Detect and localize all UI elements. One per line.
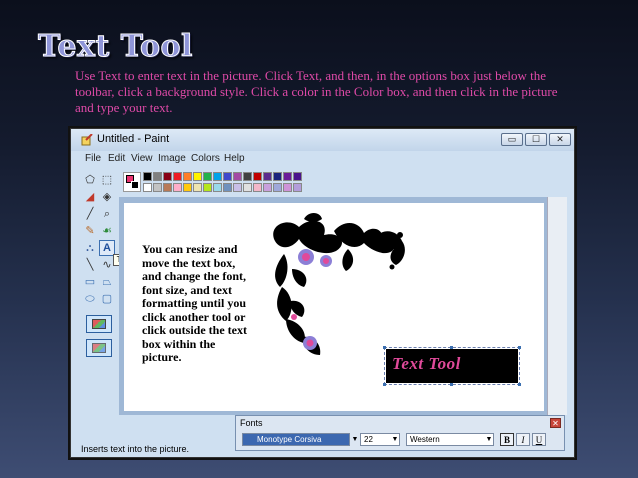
menu-file[interactable]: File (85, 153, 101, 164)
color-swatch[interactable] (203, 172, 212, 181)
minimize-button[interactable]: ▭ (501, 133, 523, 146)
transparent-background-option[interactable] (86, 339, 112, 357)
color-swatch[interactable] (183, 183, 192, 192)
rect-select-icon[interactable]: ⬚ (100, 173, 114, 187)
background-color-swatch (131, 181, 139, 189)
color-swatch[interactable] (163, 183, 172, 192)
text-icon[interactable]: A (99, 240, 115, 256)
curve-icon[interactable]: ∿ (100, 258, 114, 272)
fonts-close-icon[interactable]: ✕ (550, 418, 561, 428)
close-button[interactable]: ✕ (549, 133, 571, 146)
resize-handle[interactable] (383, 383, 386, 386)
color-swatch[interactable] (203, 183, 212, 192)
color-swatch[interactable] (193, 172, 202, 181)
resize-handle[interactable] (450, 383, 453, 386)
free-select-icon[interactable]: ⬠ (83, 173, 97, 187)
color-swatch[interactable] (183, 172, 192, 181)
slide-title: Text Tool (38, 29, 193, 65)
color-swatch[interactable] (283, 183, 292, 192)
color-swatch[interactable] (213, 183, 222, 192)
resize-handle[interactable] (518, 346, 521, 349)
color-swatch[interactable] (263, 172, 272, 181)
brush-icon[interactable]: ☙ (100, 224, 114, 238)
color-palette (143, 172, 303, 194)
menu-image[interactable]: Image (158, 153, 186, 164)
color-swatch[interactable] (243, 183, 252, 192)
color-swatch[interactable] (253, 183, 262, 192)
color-swatch[interactable] (273, 172, 282, 181)
paint-app-icon (81, 134, 93, 146)
color-swatch[interactable] (213, 172, 222, 181)
eraser-icon[interactable]: ◢ (83, 190, 97, 204)
color-swatch[interactable] (283, 172, 292, 181)
window-title: Untitled - Paint (97, 133, 170, 145)
color-swatch[interactable] (223, 183, 232, 192)
paint-window: Untitled - Paint ▭ ☐ ✕ File Edit View Im… (70, 128, 575, 458)
color-swatch[interactable] (173, 172, 182, 181)
menu-edit[interactable]: Edit (108, 153, 125, 164)
resize-handle[interactable] (450, 346, 453, 349)
ellipse-icon[interactable]: ⬭ (83, 292, 97, 306)
resize-handle[interactable] (383, 346, 386, 349)
color-swatch[interactable] (293, 172, 302, 181)
color-swatch[interactable] (233, 183, 242, 192)
rectangle-icon[interactable]: ▭ (83, 275, 97, 289)
color-swatch[interactable] (273, 183, 282, 192)
color-swatch[interactable] (173, 183, 182, 192)
picker-icon[interactable]: ╱ (83, 207, 97, 221)
canvas-text-block[interactable]: You can resize and move the text box, an… (142, 242, 256, 365)
text-tool-label: Text Tool (392, 354, 461, 373)
rounded-rect-icon[interactable]: ▢ (100, 292, 114, 306)
color-swatch[interactable] (253, 172, 262, 181)
drawing-canvas[interactable]: You can resize and move the text box, an… (124, 203, 544, 411)
color-swatch[interactable] (143, 172, 152, 181)
color-swatch[interactable] (143, 183, 152, 192)
polygon-icon[interactable]: ⏢ (100, 275, 114, 289)
color-swatch[interactable] (193, 183, 202, 192)
fill-icon[interactable]: ◈ (100, 190, 114, 204)
floral-ornament-image (273, 213, 405, 355)
toolbox: ⬠ ⬚ ◢ ◈ ╱ ⌕ ✎ ☙ ⛬ A ╲ ∿ ▭ ⏢ ⬭ ▢ (81, 171, 117, 451)
menu-help[interactable]: Help (224, 153, 245, 164)
pencil-icon[interactable]: ✎ (83, 224, 97, 238)
menu-view[interactable]: View (131, 153, 153, 164)
current-colors[interactable] (123, 172, 141, 192)
magnifier-icon[interactable]: ⌕ (100, 207, 114, 221)
maximize-button[interactable]: ☐ (525, 133, 547, 146)
color-swatch[interactable] (293, 183, 302, 192)
color-swatch[interactable] (233, 172, 242, 181)
color-swatch[interactable] (263, 183, 272, 192)
status-bar: Inserts text into the picture. (81, 444, 190, 454)
color-swatch[interactable] (153, 183, 162, 192)
resize-handle[interactable] (518, 383, 521, 386)
color-swatch[interactable] (223, 172, 232, 181)
line-icon[interactable]: ╲ (83, 258, 97, 272)
menu-bar: File Edit View Image Colors Help (71, 151, 574, 167)
opaque-background-option[interactable] (86, 315, 112, 333)
color-swatch[interactable] (163, 172, 172, 181)
slide-body-text: Use Text to enter text in the picture. C… (75, 68, 558, 115)
color-swatch[interactable] (243, 172, 252, 181)
menu-colors[interactable]: Colors (191, 153, 220, 164)
fonts-toolbar-title: Fonts (240, 418, 263, 428)
canvas-area: You can resize and move the text box, an… (119, 197, 567, 415)
text-tool-textbox[interactable]: Text Tool (383, 346, 521, 386)
title-bar[interactable]: Untitled - Paint ▭ ☐ ✕ (71, 129, 574, 151)
color-swatch[interactable] (153, 172, 162, 181)
vertical-scrollbar[interactable] (547, 197, 567, 415)
airbrush-icon[interactable]: ⛬ (83, 241, 97, 255)
